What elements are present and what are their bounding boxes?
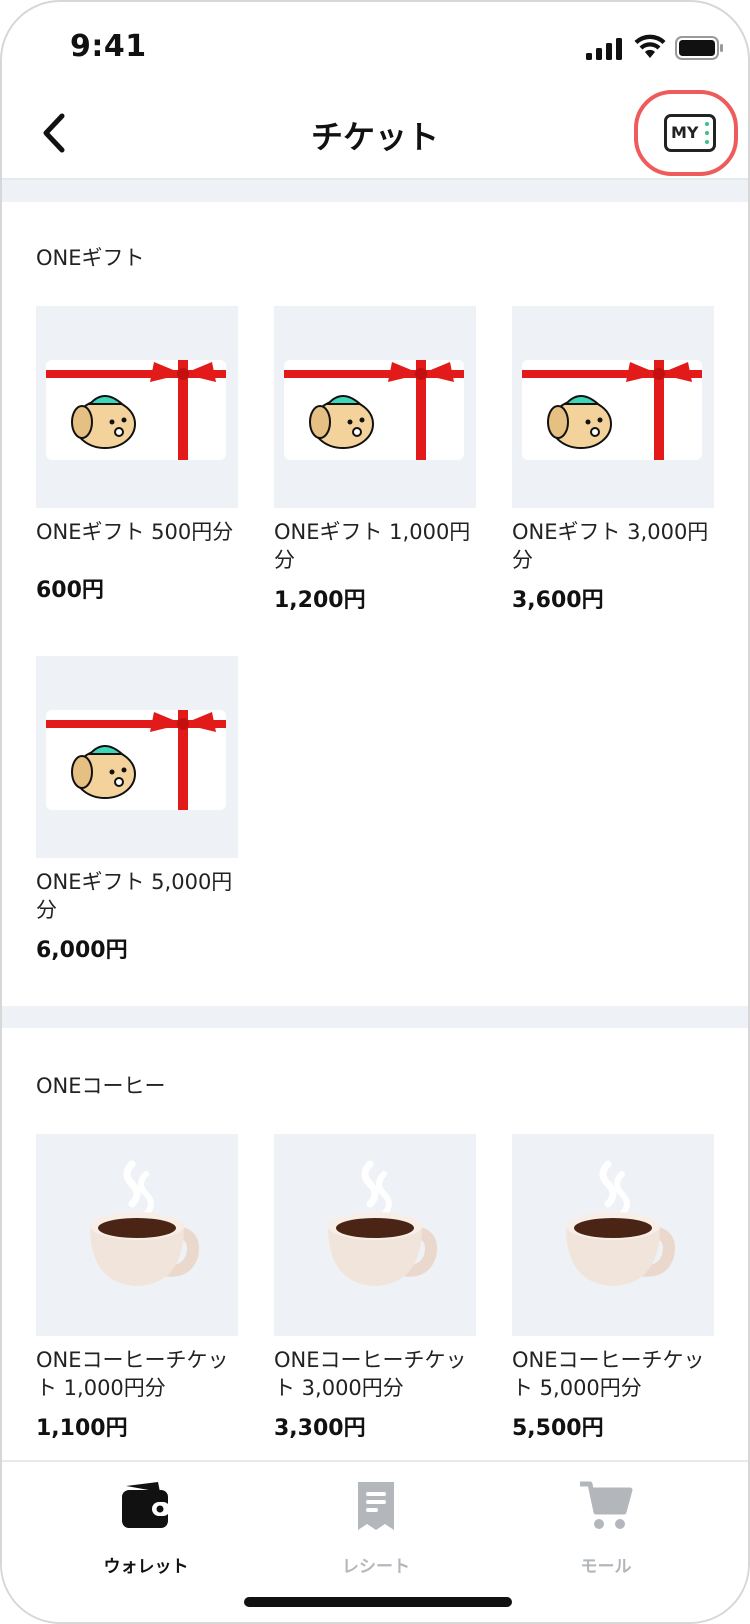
ticket-name: ONEコーヒーチケット 5,000円分	[512, 1348, 705, 1400]
dog-bow-illustration	[309, 362, 454, 449]
section-title-coffee: ONEコーヒー	[36, 1074, 166, 1098]
perforation-dots	[705, 122, 709, 144]
home-indicator	[244, 1597, 512, 1607]
ticket-name: ONEコーヒーチケット 1,000円分	[36, 1348, 229, 1400]
tab-mall-label: モール	[580, 1557, 632, 1577]
tab-mall[interactable]: モール	[536, 1478, 676, 1577]
dog-bow-illustration	[71, 362, 216, 449]
my-ticket-icon: MY	[664, 114, 716, 152]
ticket-card[interactable]: ONEギフト 1,000円分 1,200円	[274, 306, 478, 614]
gift-card-image	[46, 710, 226, 810]
wallet-icon	[122, 1482, 170, 1528]
status-bar: 9:41	[2, 2, 748, 90]
ticket-name: ONEギフト 1,000円分	[274, 520, 471, 572]
ticket-price: 1,100円	[36, 1416, 128, 1441]
ticket-card[interactable]: ONEコーヒーチケット 5,000円分 5,500円	[512, 1134, 716, 1442]
ticket-card[interactable]: ONEギフト 5,000円分 6,000円	[36, 656, 240, 964]
ticket-name: ONEギフト 5,000円分	[36, 870, 233, 922]
dog-bow-illustration	[547, 362, 692, 449]
my-label: MY	[671, 123, 699, 142]
ticket-name: ONEコーヒーチケット 3,000円分	[274, 1348, 467, 1400]
my-tickets-button[interactable]: MY	[634, 90, 738, 176]
ticket-card[interactable]: ONEギフト 3,000円分 3,600円	[512, 306, 716, 614]
gift-card-thumbnail	[512, 306, 714, 508]
section-divider	[2, 180, 748, 202]
ticket-price: 5,500円	[512, 1416, 604, 1441]
battery-icon	[675, 36, 723, 60]
dog-bow-illustration	[71, 712, 216, 799]
wifi-icon	[634, 34, 666, 58]
ticket-price: 6,000円	[36, 938, 128, 963]
coffee-thumbnail	[274, 1134, 476, 1336]
coffee-cup-icon	[328, 1160, 437, 1286]
ticket-card[interactable]: ONEギフト 500円分 600円	[36, 306, 240, 604]
tab-receipt[interactable]: レシート	[306, 1478, 446, 1577]
ticket-name: ONEギフト 500円分	[36, 520, 234, 544]
coffee-thumbnail	[36, 1134, 238, 1336]
ticket-card[interactable]: ONEコーヒーチケット 3,000円分 3,300円	[274, 1134, 478, 1442]
coffee-cup-icon	[566, 1160, 675, 1286]
gift-card-image	[522, 360, 702, 460]
ticket-card[interactable]: ONEコーヒーチケット 1,000円分 1,100円	[36, 1134, 240, 1442]
section-divider	[2, 1006, 748, 1028]
cart-icon	[580, 1481, 633, 1529]
tab-wallet-label: ウォレット	[103, 1557, 189, 1577]
gift-card-thumbnail	[274, 306, 476, 508]
ticket-price: 3,600円	[512, 588, 604, 613]
coffee-cup-icon	[90, 1160, 199, 1286]
gift-card-image	[46, 360, 226, 460]
navigation-bar: チケット MY	[2, 90, 748, 180]
ticket-price: 600円	[36, 578, 104, 603]
coffee-thumbnail	[512, 1134, 714, 1336]
tab-wallet[interactable]: ウォレット	[76, 1478, 216, 1577]
gift-card-thumbnail	[36, 306, 238, 508]
ticket-name: ONEギフト 3,000円分	[512, 520, 709, 572]
receipt-icon	[358, 1482, 394, 1530]
ticket-price: 1,200円	[274, 588, 366, 613]
section-title-gift: ONEギフト	[36, 246, 145, 270]
cellular-signal-icon	[586, 38, 622, 60]
gift-card-thumbnail	[36, 656, 238, 858]
ticket-price: 3,300円	[274, 1416, 366, 1441]
status-time: 9:41	[70, 29, 147, 64]
tab-receipt-label: レシート	[342, 1557, 410, 1577]
gift-card-image	[284, 360, 464, 460]
phone-screen: 9:41 チケット MY ONEギフト ONEギフト 500円分 600円 ON…	[0, 0, 750, 1624]
